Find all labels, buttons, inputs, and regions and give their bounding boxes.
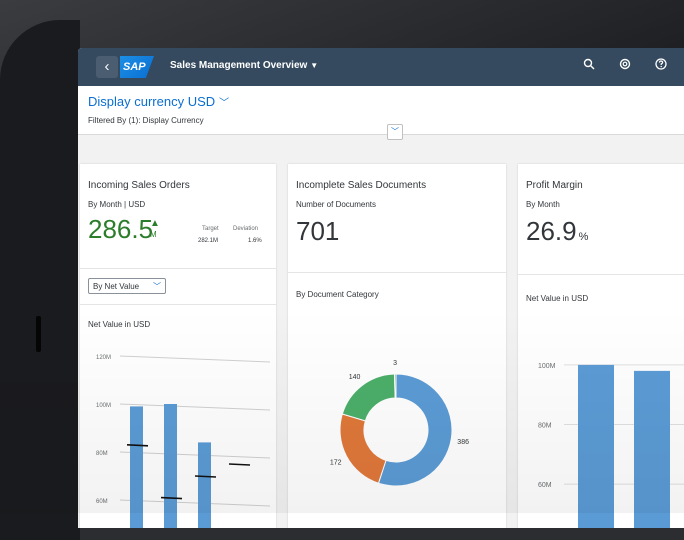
- chevron-down-icon: ﹀: [219, 98, 230, 109]
- app-title: Sales Management Overview: [170, 60, 308, 71]
- kpi-value: 26.9: [526, 216, 577, 246]
- deviation-value: 1.6%: [248, 238, 262, 244]
- search-icon[interactable]: [580, 57, 598, 75]
- y-tick-label: 120M: [96, 355, 111, 361]
- trend-up-icon: ▲: [150, 218, 160, 229]
- kpi-value: 701: [296, 216, 340, 246]
- page-header: Display currency USD ﹀ Filtered By (1): D…: [78, 86, 684, 135]
- divider: [80, 268, 276, 269]
- display-currency-selector[interactable]: Display currency USD ﹀: [88, 94, 229, 109]
- shell-bar: ‹ SAP Sales Management Overview ▼: [78, 48, 684, 86]
- kpi-unit: %: [578, 231, 589, 243]
- screen: ‹ SAP Sales Management Overview ▼ Displa…: [78, 48, 684, 528]
- copilot-icon[interactable]: [616, 57, 634, 75]
- sap-logo[interactable]: SAP: [120, 56, 154, 78]
- card-subtitle: By Month: [526, 200, 560, 209]
- caret-down-icon: ▼: [310, 61, 319, 70]
- slice-label: 3: [393, 360, 397, 367]
- donut-slice: [341, 373, 396, 422]
- chart-label: By Document Category: [296, 290, 379, 299]
- bar: [578, 364, 614, 528]
- card-incoming-sales-orders[interactable]: Incoming Sales Orders By Month | USD 286…: [80, 164, 276, 528]
- help-icon[interactable]: [652, 57, 670, 75]
- card-title: Profit Margin: [526, 180, 583, 191]
- y-tick-label: 80M: [538, 423, 552, 430]
- kpi-unit: M: [150, 230, 157, 239]
- donut-slice: [339, 413, 387, 484]
- bar: [130, 406, 143, 528]
- filter-summary: Filtered By (1): Display Currency: [88, 116, 204, 125]
- y-tick-label: 60M: [538, 482, 552, 489]
- chevron-down-icon: ﹀: [153, 282, 161, 291]
- card-title: Incomplete Sales Documents: [296, 180, 427, 191]
- y-tick-label: 100M: [96, 403, 111, 409]
- bar-chart-profit: 100M 80M 60M: [538, 363, 684, 528]
- target-marker: [126, 444, 149, 447]
- kpi-value-wrapper: 26.9%: [526, 216, 588, 247]
- bar: [634, 370, 670, 528]
- card-subtitle: By Month | USD: [88, 200, 146, 209]
- y-tick-label: 60M: [96, 499, 108, 505]
- card-incomplete-sales-documents[interactable]: Incomplete Sales Documents Number of Doc…: [288, 164, 506, 528]
- divider: [288, 272, 506, 273]
- gridline: [119, 355, 271, 363]
- donut-slice: [393, 373, 397, 399]
- bar: [164, 404, 177, 528]
- bar-chart-incoming: 120M 100M 80M 60M: [96, 355, 271, 528]
- tablet-bezel-edge: [0, 20, 80, 540]
- select-value: By Net Value: [93, 282, 140, 291]
- target-marker: [160, 496, 183, 500]
- app-title-menu[interactable]: Sales Management Overview ▼: [170, 60, 318, 71]
- card-profit-margin[interactable]: Profit Margin By Month 26.9% Net Value i…: [518, 164, 684, 528]
- back-button[interactable]: ‹: [96, 56, 118, 78]
- donut-chart-documents: 386 172 140 3: [330, 360, 469, 487]
- target-marker: [194, 475, 217, 478]
- tablet-side-button: [36, 316, 41, 352]
- chart-label: Net Value in USD: [526, 294, 589, 303]
- kpi-value: 286.5: [88, 214, 154, 244]
- divider: [80, 304, 276, 305]
- slice-label: 386: [457, 439, 469, 446]
- y-tick-label: 80M: [96, 451, 108, 457]
- divider: [518, 274, 684, 275]
- chart-label: Net Value in USD: [88, 320, 151, 329]
- net-value-select[interactable]: By Net Value ﹀: [88, 278, 166, 294]
- deviation-label: Deviation: [233, 226, 259, 232]
- slice-label: 140: [349, 374, 361, 381]
- slice-label: 172: [330, 460, 342, 467]
- bar: [198, 442, 211, 528]
- display-currency-label: Display currency USD: [88, 94, 216, 109]
- target-value: 282.1M: [198, 238, 219, 244]
- target-marker: [228, 463, 251, 466]
- header-collapse-button[interactable]: ﹀: [387, 124, 403, 140]
- y-tick-label: 100M: [538, 363, 556, 370]
- card-title: Incoming Sales Orders: [88, 180, 190, 191]
- target-label: Target: [202, 226, 219, 232]
- card-subtitle: Number of Documents: [296, 200, 377, 209]
